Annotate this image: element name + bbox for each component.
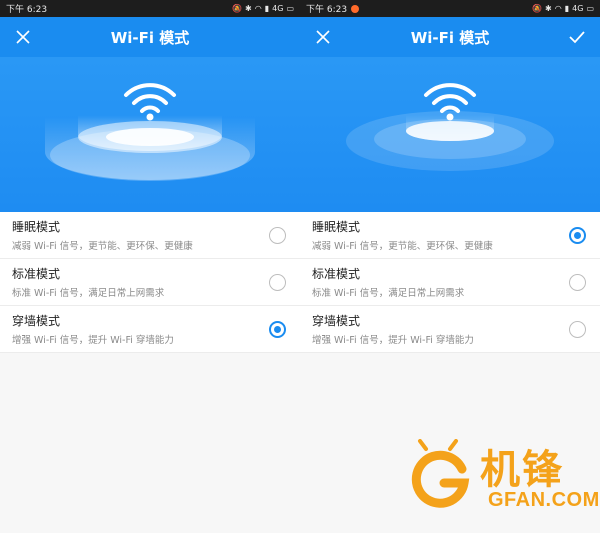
bell-off-icon: 🔕 [232,4,243,13]
radio-button-selected[interactable] [269,320,286,338]
close-icon[interactable] [314,28,332,46]
option-standard-mode[interactable]: 标准模式 标准 Wi-Fi 信号，满足日常上网需求 [300,259,600,306]
option-title: 标准模式 [12,267,61,281]
network-type: 4G [272,4,284,13]
battery-icon: ▭ [286,4,294,13]
status-time: 下午 6:23 [6,5,48,15]
option-desc: 增强 Wi-Fi 信号，提升 Wi-Fi 穿墙能力 [312,335,474,346]
signal-icon: ▮ [564,4,570,13]
option-title: 睡眠模式 [12,220,61,234]
option-desc: 减弱 Wi-Fi 信号，更节能、更环保、更健康 [312,241,493,252]
option-sleep-mode[interactable]: 睡眠模式 减弱 Wi-Fi 信号，更节能、更环保、更健康 [0,212,300,259]
page-title: Wi-Fi 模式 [110,28,190,47]
option-standard-mode[interactable]: 标准模式 标准 Wi-Fi 信号，满足日常上网需求 [0,259,300,306]
gfan-logo-icon [411,439,470,508]
empty-slot [268,28,286,46]
checkmark-icon[interactable] [568,28,586,46]
app-bar: Wi-Fi 模式 [300,17,600,57]
signal-icon: ▮ [264,4,270,13]
status-bar: 下午 6:23 🔕 ✱ ◠ ▮ 4G ▭ [300,0,600,17]
watermark-cn: 机锋 [480,448,564,492]
page-title: Wi-Fi 模式 [410,28,490,47]
option-wall-penetrate-mode[interactable]: 穿墙模式 增强 Wi-Fi 信号，提升 Wi-Fi 穿墙能力 [300,306,600,353]
option-wall-penetrate-mode[interactable]: 穿墙模式 增强 Wi-Fi 信号，提升 Wi-Fi 穿墙能力 [0,306,300,353]
radio-button[interactable] [569,320,586,338]
option-desc: 增强 Wi-Fi 信号，提升 Wi-Fi 穿墙能力 [12,335,174,346]
network-type: 4G [572,4,584,13]
gfan-watermark: 机锋 GFAN.COM [402,435,599,525]
wifi-mode-illustration [300,57,600,212]
wifi-icon [424,83,476,113]
option-title: 穿墙模式 [312,314,361,328]
wifi-icon [124,83,176,113]
status-bar: 下午 6:23 🔕 ✱ ◠ ▮ 4G ▭ [0,0,300,17]
mode-list: 睡眠模式 减弱 Wi-Fi 信号，更节能、更环保、更健康 标准模式 标准 Wi-… [300,212,600,353]
status-time: 下午 6:23 [306,5,348,15]
router-wave-graphic [346,83,554,171]
option-desc: 减弱 Wi-Fi 信号，更节能、更环保、更健康 [12,241,193,252]
bell-off-icon: 🔕 [532,4,543,13]
option-title: 标准模式 [312,267,361,281]
router-wave-graphic [45,83,255,181]
radio-button[interactable] [269,273,286,291]
radio-button[interactable] [569,273,586,291]
bluetooth-icon: ✱ [545,4,552,13]
battery-icon: ▭ [586,4,594,13]
watermark-en: GFAN.COM [488,489,600,511]
bluetooth-icon: ✱ [245,4,252,13]
wifi-status-icon: ◠ [554,4,562,13]
radio-button-selected[interactable] [569,226,586,244]
mode-list: 睡眠模式 减弱 Wi-Fi 信号，更节能、更环保、更健康 标准模式 标准 Wi-… [0,212,300,353]
wifi-status-icon: ◠ [254,4,262,13]
close-icon[interactable] [14,28,32,46]
option-sleep-mode[interactable]: 睡眠模式 减弱 Wi-Fi 信号，更节能、更环保、更健康 [300,212,600,259]
option-desc: 标准 Wi-Fi 信号，满足日常上网需求 [12,288,165,299]
option-title: 睡眠模式 [312,220,361,234]
option-desc: 标准 Wi-Fi 信号，满足日常上网需求 [312,288,465,299]
app-bar: Wi-Fi 模式 [0,17,300,57]
wifi-mode-illustration [0,57,300,212]
notification-icon [351,4,360,13]
radio-button[interactable] [269,226,286,244]
screen-left: 下午 6:23 🔕 ✱ ◠ ▮ 4G ▭ Wi-Fi 模式 睡眠模式 减弱 Wi… [0,0,300,533]
option-title: 穿墙模式 [12,314,61,328]
